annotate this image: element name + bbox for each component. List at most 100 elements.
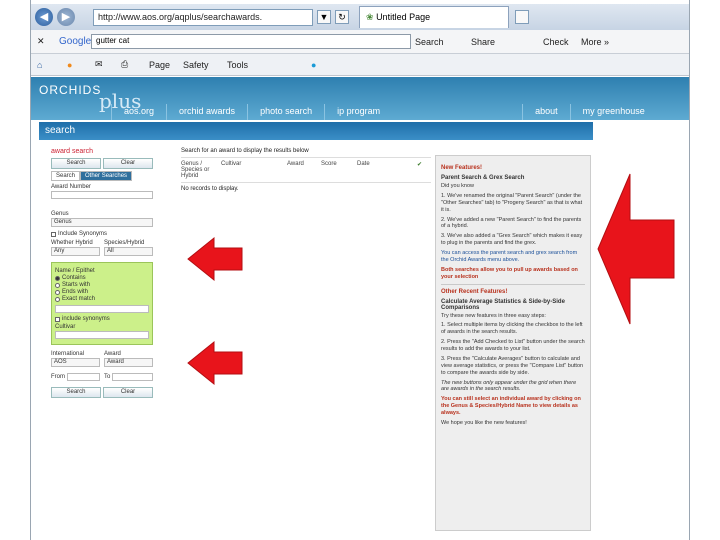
google-search-input[interactable]: gutter cat — [91, 34, 411, 49]
google-label: Google — [59, 36, 92, 47]
radio-contains[interactable]: Contains — [55, 275, 149, 281]
news-text: You can still select an individual award… — [441, 396, 581, 416]
results-area: Search for an award to display the resul… — [181, 148, 431, 192]
nav-item[interactable]: about — [522, 104, 570, 120]
news-text: 2. We've added a new "Parent Search" to … — [441, 216, 582, 230]
tab-other-searches[interactable]: Other Searches — [80, 171, 133, 181]
radio-starts-with[interactable]: Starts with — [55, 282, 149, 288]
leaf-icon: ❀ — [366, 12, 374, 22]
news-text: 2. Press the "Add Checked to List" butto… — [441, 339, 585, 352]
news-heading: Other Recent Features! — [441, 288, 508, 295]
cultivar-label: Cultivar — [55, 324, 76, 330]
news-text: Try these new features in three easy ste… — [441, 312, 546, 319]
url-input[interactable]: http://www.aos.org/aqplus/searchawards. — [93, 8, 313, 26]
species-hybrid-label: Species/Hybrid — [104, 240, 145, 246]
tab-title: Untitled Page — [376, 12, 431, 22]
export-icon[interactable]: ✔ — [417, 161, 422, 179]
news-text: Did you know — [441, 183, 475, 189]
news-text: Both searches allow you to pull up award… — [441, 266, 578, 280]
column-header[interactable]: Genus / Species or Hybrid — [181, 161, 221, 179]
nav-item[interactable]: ip program — [324, 104, 392, 120]
nav-item[interactable]: orchid awards — [166, 104, 247, 120]
news-subheading: Parent Search & Grex Search — [441, 175, 525, 181]
more-button[interactable]: More » — [581, 37, 609, 47]
skype-icon[interactable]: ● — [311, 60, 316, 70]
clear-button[interactable]: Clear — [103, 158, 153, 169]
award-select[interactable]: Award — [104, 358, 153, 367]
include-synonyms-checkbox[interactable]: Include Synonyms — [51, 231, 153, 237]
check-button[interactable]: Check — [543, 37, 569, 47]
radio-ends-with[interactable]: Ends with — [55, 289, 149, 295]
safety-menu[interactable]: Safety — [183, 60, 209, 70]
include-synonyms-label: Include Synonyms — [58, 231, 108, 237]
award-search-panel: award search Search Clear Search Other S… — [51, 148, 153, 460]
back-arrow-icon[interactable]: ◀ — [35, 8, 53, 26]
international-select[interactable]: AOS — [51, 358, 100, 367]
print-icon[interactable]: ⎙ — [121, 59, 128, 70]
column-header[interactable]: Score — [321, 161, 357, 179]
search-button-bottom[interactable]: Search — [51, 387, 101, 398]
site-nav: aos.org orchid awards photo search ip pr… — [111, 104, 657, 120]
left-arrow-upper — [187, 236, 243, 282]
news-text: 3. Press the "Calculate Averages" button… — [441, 355, 584, 376]
share-button[interactable]: Share — [471, 37, 495, 47]
international-label: International — [51, 351, 85, 357]
column-header[interactable]: Cultivar — [221, 161, 287, 179]
clear-button-bottom[interactable]: Clear — [103, 387, 153, 398]
column-header[interactable]: Award — [287, 161, 321, 179]
news-text: 1. Select multiple items by clicking the… — [441, 322, 583, 336]
command-bar: ⌂ ● ✉ ⎙ Page Safety Tools ● — [31, 54, 689, 76]
genus-select[interactable]: Genus — [51, 218, 153, 227]
mail-icon[interactable]: ✉ — [95, 59, 103, 70]
results-instruction: Search for an award to display the resul… — [181, 148, 309, 154]
page-menu[interactable]: Page — [149, 60, 170, 70]
radio-exact-match[interactable]: Exact match — [55, 296, 149, 302]
news-text: 1. We've renamed the original "Parent Se… — [441, 192, 583, 213]
google-search-button[interactable]: Search — [415, 37, 444, 47]
column-header[interactable]: Date — [357, 161, 417, 179]
cultivar-field[interactable] — [55, 331, 149, 339]
award-number-field[interactable] — [51, 191, 153, 199]
google-toolbar: ✕ Google gutter cat Search Share Check M… — [31, 30, 689, 54]
award-label: Award — [104, 351, 121, 357]
news-subheading: Calculate Average Statistics & Side-by-S… — [441, 298, 565, 311]
from-date-field[interactable] — [67, 373, 100, 381]
nav-item[interactable]: my greenhouse — [569, 104, 657, 120]
news-heading: New Features! — [441, 165, 483, 171]
results-table-header: Genus / Species or Hybrid Cultivar Award… — [181, 157, 431, 183]
news-panel: New Features! Parent Search & Grex Searc… — [435, 155, 591, 531]
whether-hybrid-select[interactable]: Any — [51, 247, 100, 256]
tools-menu[interactable]: Tools — [227, 60, 248, 70]
to-date-field[interactable] — [112, 373, 153, 381]
tab-search[interactable]: Search — [51, 171, 81, 181]
left-arrow-large — [597, 173, 675, 325]
search-button[interactable]: Search — [51, 158, 101, 169]
close-icon[interactable]: ✕ — [37, 36, 45, 47]
to-label: To — [104, 374, 111, 380]
from-label: From — [51, 374, 65, 380]
dropdown-arrow-icon[interactable]: ▼ — [317, 10, 331, 24]
nav-item[interactable]: aos.org — [111, 104, 166, 120]
refresh-icon[interactable]: ↻ — [335, 10, 349, 24]
name-epithet-field[interactable] — [55, 305, 149, 313]
panel-title: award search — [51, 148, 94, 155]
site-logo[interactable]: ORCHIDS — [39, 83, 101, 97]
news-text: The new buttons only appear under the gr… — [441, 379, 577, 393]
browser-window: ◀ ▶ http://www.aos.org/aqplus/searchawar… — [30, 0, 690, 540]
species-hybrid-select[interactable]: All — [104, 247, 153, 256]
forward-arrow-icon[interactable]: ▶ — [57, 8, 75, 26]
news-link[interactable]: You can access the parent search and gre… — [441, 250, 585, 264]
rss-icon[interactable]: ● — [67, 60, 72, 70]
address-bar-row: ◀ ▶ http://www.aos.org/aqplus/searchawar… — [31, 4, 689, 30]
left-arrow-lower — [187, 340, 243, 386]
name-epithet-label: Name / Epithet — [55, 268, 95, 274]
genus-label: Genus — [51, 211, 69, 217]
empty-results: No records to display. — [181, 186, 239, 192]
award-number-label: Award Number — [51, 184, 91, 190]
nav-item[interactable]: photo search — [247, 104, 324, 120]
name-synonyms-checkbox[interactable]: include synonyms — [55, 316, 149, 322]
section-title: search — [39, 122, 593, 140]
new-tab-icon[interactable] — [515, 10, 529, 24]
home-icon[interactable]: ⌂ — [37, 60, 42, 70]
browser-tab[interactable]: ❀ Untitled Page — [359, 6, 509, 28]
